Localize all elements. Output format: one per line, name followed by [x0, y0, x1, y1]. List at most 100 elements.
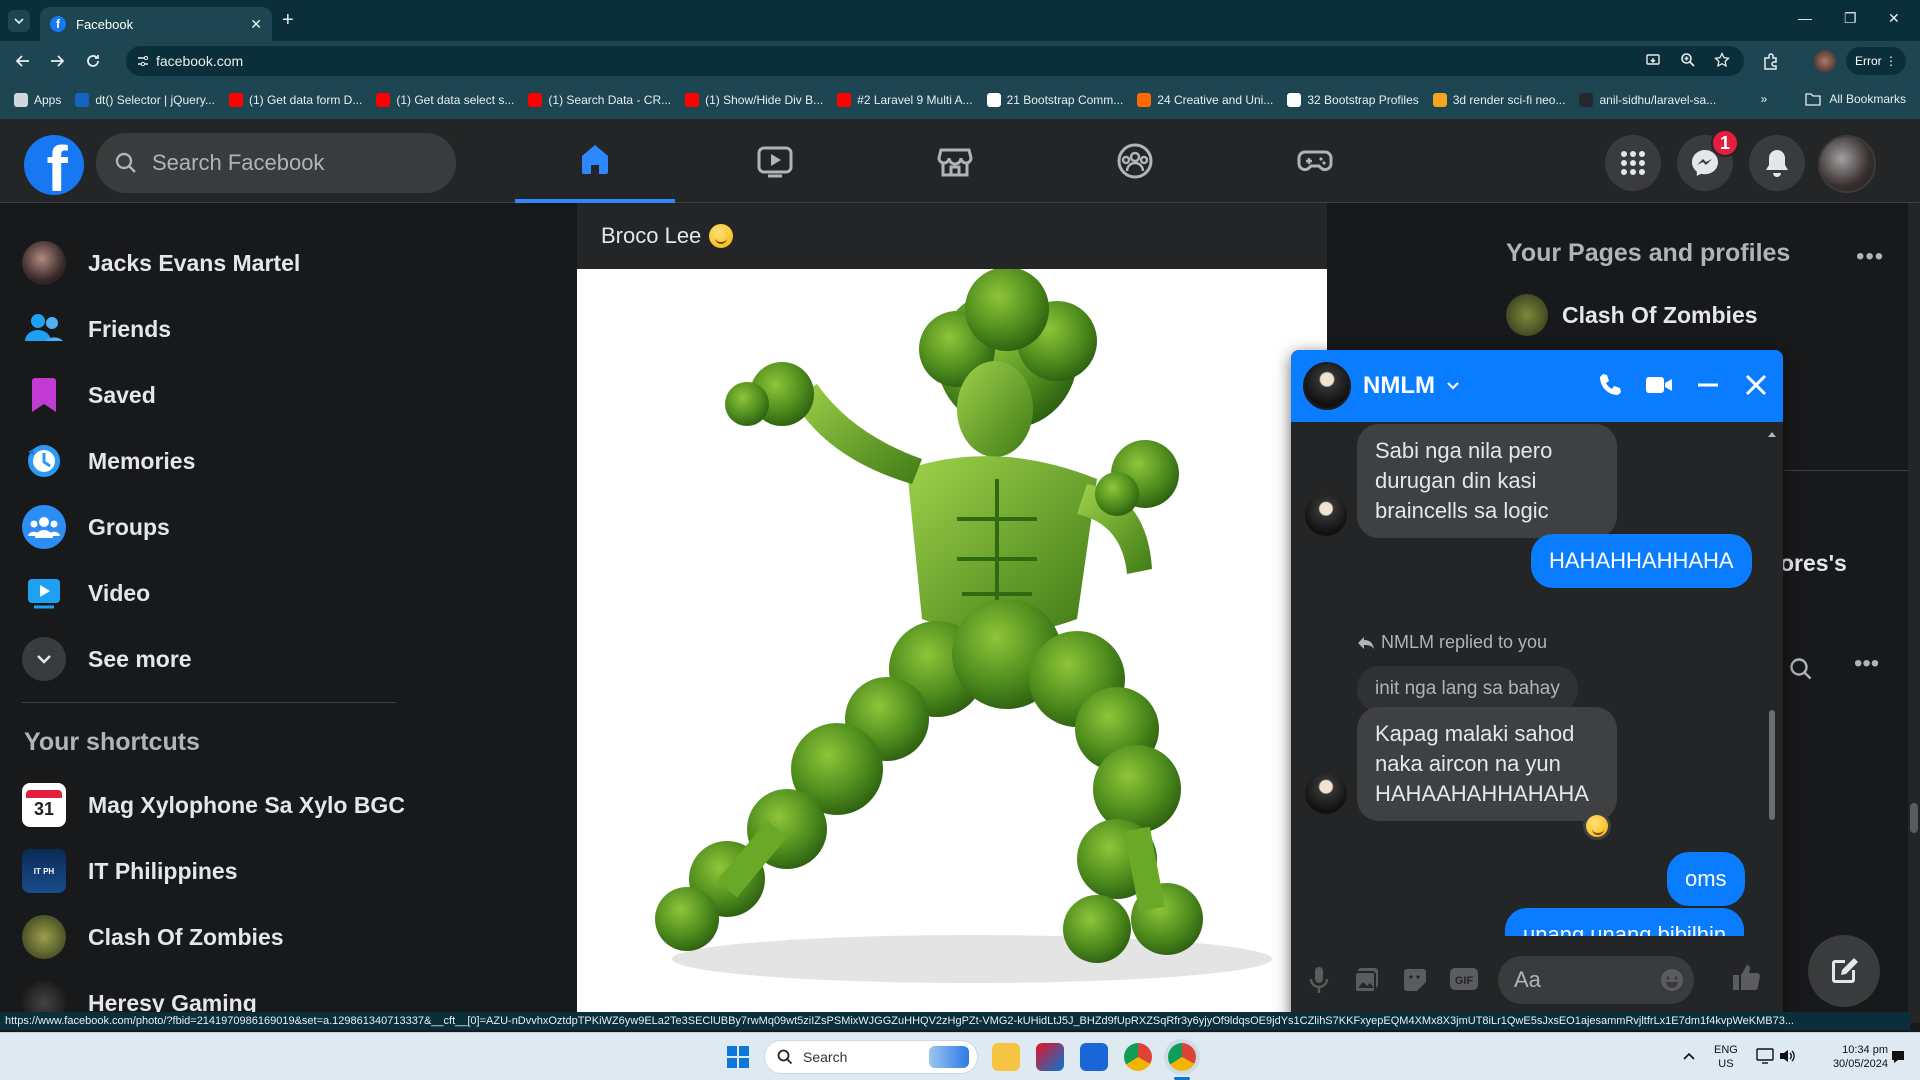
video-call-icon[interactable]	[1645, 373, 1673, 397]
post-photo[interactable]	[577, 269, 1327, 1023]
browser-profile-avatar[interactable]	[1814, 50, 1836, 72]
nav-gaming-tab[interactable]	[1235, 119, 1395, 203]
bookmark-item[interactable]: (1) Get data select s...	[376, 93, 514, 107]
nav-video-tab[interactable]	[695, 119, 855, 203]
bookmark-item[interactable]: Apps	[14, 93, 61, 107]
shortcut-item-it-philippines[interactable]: IT PH IT Philippines	[22, 843, 238, 899]
bookmark-item[interactable]: 24 Creative and Uni...	[1137, 93, 1273, 107]
nav-home-tab[interactable]	[515, 119, 675, 203]
browser-tab-facebook[interactable]: f Facebook ✕	[40, 7, 272, 41]
facebook-logo[interactable]: f	[24, 135, 84, 195]
notification-center-icon[interactable]	[1890, 1049, 1906, 1065]
nav-marketplace-tab[interactable]	[875, 119, 1035, 203]
notepad-icon[interactable]	[1080, 1043, 1108, 1071]
page-scrollbar[interactable]	[1908, 203, 1920, 1023]
new-tab-button[interactable]: +	[282, 9, 294, 32]
message-input[interactable]: Aa	[1498, 956, 1694, 1004]
shortcut-item-clash-of-zombies[interactable]: Clash Of Zombies	[22, 909, 284, 965]
more-bookmarks-button[interactable]: »	[1761, 92, 1768, 106]
minimize-button[interactable]: —	[1798, 10, 1812, 26]
bookmark-item[interactable]: anil-sidhu/laravel-sa...	[1579, 93, 1716, 107]
gif-icon[interactable]: GIF	[1449, 966, 1479, 992]
extensions-icon[interactable]	[1762, 53, 1780, 71]
chevron-down-icon[interactable]	[1445, 378, 1461, 394]
see-more-button[interactable]: See more	[22, 631, 192, 687]
tab-close-icon[interactable]: ✕	[250, 16, 262, 33]
quoted-message[interactable]: init nga lang sa bahay	[1357, 666, 1578, 712]
contacts-search-icon[interactable]	[1788, 656, 1814, 682]
messenger-button[interactable]: 1	[1677, 129, 1739, 191]
photo-icon[interactable]	[1353, 966, 1381, 994]
contacts-more-icon[interactable]: •••	[1854, 650, 1879, 678]
back-button[interactable]	[12, 50, 34, 72]
bookmark-item[interactable]: #2 Laravel 9 Multi A...	[837, 93, 973, 107]
shortcut-item-xylophone[interactable]: 31 Mag Xylophone Sa Xylo BGC	[22, 777, 405, 833]
sidebar-item-video[interactable]: Video	[22, 565, 150, 621]
chevron-up-icon[interactable]	[1682, 1050, 1696, 1062]
volume-icon[interactable]	[1778, 1048, 1796, 1064]
windows-start-icon[interactable]	[726, 1045, 750, 1069]
chat-contact-name[interactable]: NMLM	[1363, 372, 1435, 400]
profile-error-button[interactable]: Error ⋮	[1846, 47, 1906, 75]
install-app-icon[interactable]	[1646, 52, 1662, 68]
chat-scrollbar[interactable]	[1767, 430, 1777, 930]
more-options-icon[interactable]: •••	[1856, 243, 1884, 271]
scroll-up-icon[interactable]	[1767, 430, 1777, 438]
page-scrollbar-thumb[interactable]	[1910, 803, 1918, 833]
sidebar-item-profile[interactable]: Jacks Evans Martel	[22, 235, 300, 291]
post-author-name[interactable]: Broco Lee	[601, 223, 734, 249]
right-panel-partial-text[interactable]: ores's	[1780, 550, 1847, 577]
forward-button[interactable]	[46, 50, 68, 72]
bookmark-item[interactable]: (1) Search Data - CR...	[528, 93, 671, 107]
message-sent[interactable]: oms	[1667, 852, 1745, 906]
sidebar-item-memories[interactable]: Memories	[22, 433, 195, 489]
chat-scrollbar-thumb[interactable]	[1769, 710, 1775, 820]
window-close-button[interactable]: ✕	[1888, 10, 1900, 27]
all-bookmarks-button[interactable]: All Bookmarks	[1829, 92, 1906, 106]
bookmark-item[interactable]: 3d render sci-fi neo...	[1432, 93, 1565, 107]
chrome-icon[interactable]	[1124, 1043, 1152, 1071]
bookmark-item[interactable]: dt() Selector | jQuery...	[75, 93, 215, 107]
sidebar-item-saved[interactable]: Saved	[22, 367, 156, 423]
thumbs-up-icon[interactable]	[1731, 962, 1761, 992]
tab-search-button[interactable]	[8, 10, 30, 32]
site-info-icon[interactable]	[136, 54, 150, 68]
sidebar-item-friends[interactable]: Friends	[22, 301, 171, 357]
new-message-button[interactable]	[1808, 935, 1880, 1007]
bookmark-item[interactable]: (1) Get data form D...	[228, 93, 362, 107]
account-avatar[interactable]	[1818, 135, 1876, 193]
search-input[interactable]: Search Facebook	[96, 133, 456, 193]
restore-button[interactable]: ❐	[1844, 10, 1857, 27]
bookmark-star-icon[interactable]	[1714, 52, 1730, 68]
sticker-icon[interactable]	[1401, 966, 1429, 994]
message-sent[interactable]: unang unang bibilhin	[1505, 908, 1745, 936]
monitor-icon[interactable]	[1756, 1048, 1774, 1064]
zoom-icon[interactable]	[1680, 52, 1696, 68]
clock[interactable]: 10:34 pm 30/05/2024	[1808, 1043, 1888, 1071]
reload-button[interactable]	[82, 50, 104, 72]
avatar[interactable]	[1305, 772, 1347, 814]
close-icon[interactable]	[1743, 372, 1769, 398]
minimize-chat-icon[interactable]	[1695, 372, 1721, 398]
taskbar-search[interactable]: Search	[764, 1040, 978, 1074]
sidebar-item-groups[interactable]: Groups	[22, 499, 170, 555]
file-explorer-icon[interactable]	[992, 1043, 1020, 1071]
avatar[interactable]	[1305, 494, 1347, 536]
message-received[interactable]: Kapag malaki sahod naka aircon na yun HA…	[1357, 707, 1617, 821]
chrome-profile-icon[interactable]	[1168, 1043, 1196, 1071]
microphone-icon[interactable]	[1309, 966, 1329, 994]
message-sent[interactable]: HAHAHHAHHAHA	[1531, 534, 1752, 588]
bookmark-item[interactable]: 21 Bootstrap Comm...	[986, 93, 1123, 107]
menu-button[interactable]	[1605, 135, 1661, 191]
phone-icon[interactable]	[1597, 372, 1623, 398]
address-bar[interactable]: facebook.com	[126, 46, 1744, 76]
language-indicator[interactable]: ENG US	[1714, 1043, 1738, 1071]
right-panel-page-item[interactable]: Clash Of Zombies	[1506, 294, 1758, 336]
chat-avatar[interactable]	[1303, 362, 1351, 410]
snipping-tool-icon[interactable]	[1036, 1043, 1064, 1071]
message-received[interactable]: Sabi nga nila pero durugan din kasi brai…	[1357, 424, 1617, 538]
bookmark-item[interactable]: 32 Bootstrap Profiles	[1287, 93, 1419, 107]
notifications-button[interactable]	[1749, 135, 1805, 191]
reaction-badge[interactable]	[1583, 812, 1611, 840]
emoji-picker-icon[interactable]	[1660, 968, 1684, 992]
